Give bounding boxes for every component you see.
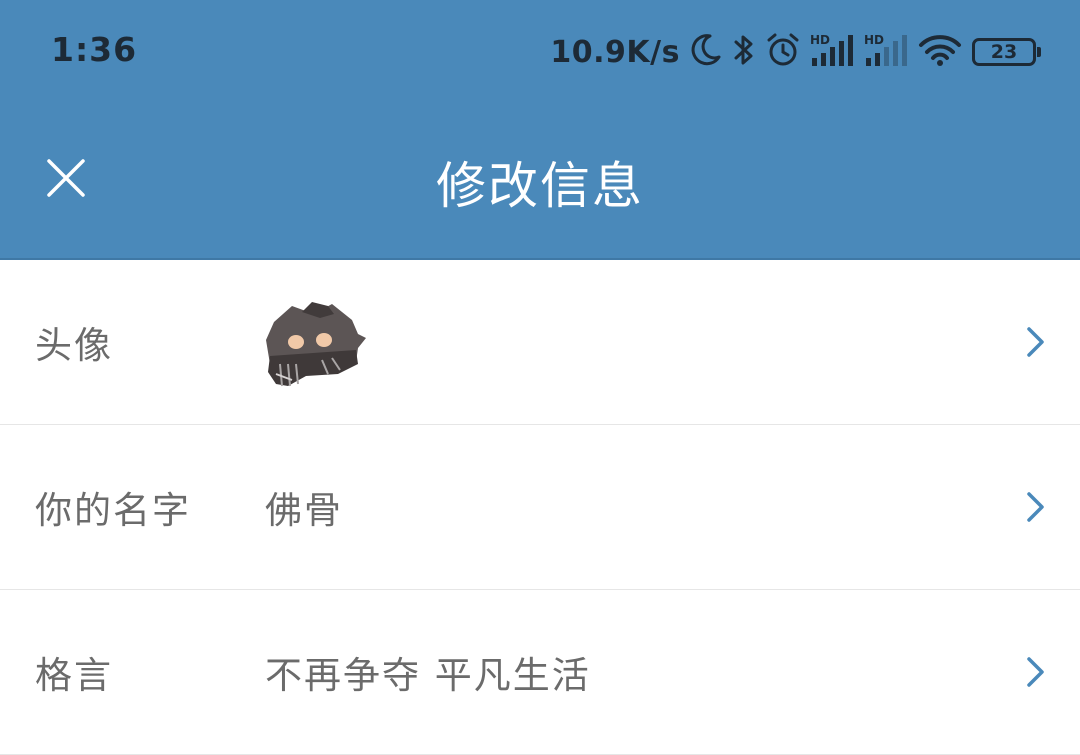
name-row[interactable]: 你的名字 佛骨 bbox=[0, 425, 1080, 590]
settings-list: 头像 你的名字 佛骨 格言 不再争夺 平凡生活 bbox=[0, 260, 1080, 755]
svg-text:HD: HD bbox=[810, 33, 830, 47]
battery-level: 23 bbox=[990, 41, 1018, 63]
status-icons: 10.9K/s HD HD 23 bbox=[550, 30, 1041, 74]
page-title: 修改信息 bbox=[436, 157, 644, 215]
status-bar: 1:36 10.9K/s HD HD 23 bbox=[0, 0, 1080, 104]
top-bar: 1:36 10.9K/s HD HD 23 修改信息 bbox=[0, 0, 1080, 260]
chevron-right-icon bbox=[1025, 655, 1047, 689]
avatar bbox=[262, 300, 372, 390]
status-time: 1:36 bbox=[51, 30, 138, 69]
svg-text:HD: HD bbox=[864, 33, 884, 47]
signal-hd-icon: HD bbox=[810, 32, 854, 72]
nav-bar: 修改信息 bbox=[0, 104, 1080, 258]
signal-hd-icon: HD bbox=[864, 32, 908, 72]
net-speed: 10.9K/s bbox=[550, 34, 680, 70]
name-label: 你的名字 bbox=[35, 489, 191, 532]
wifi-icon bbox=[918, 33, 962, 71]
motto-row[interactable]: 格言 不再争夺 平凡生活 bbox=[0, 590, 1080, 755]
motto-label: 格言 bbox=[35, 654, 113, 697]
motto-value: 不再争夺 平凡生活 bbox=[265, 654, 591, 697]
avatar-row[interactable]: 头像 bbox=[0, 260, 1080, 425]
battery-icon: 23 bbox=[972, 38, 1041, 66]
avatar-label: 头像 bbox=[35, 324, 113, 367]
moon-icon bbox=[690, 33, 722, 71]
name-value: 佛骨 bbox=[265, 489, 343, 532]
chevron-right-icon bbox=[1025, 490, 1047, 524]
bluetooth-icon bbox=[732, 32, 756, 72]
chevron-right-icon bbox=[1025, 325, 1047, 359]
alarm-icon bbox=[766, 32, 800, 72]
